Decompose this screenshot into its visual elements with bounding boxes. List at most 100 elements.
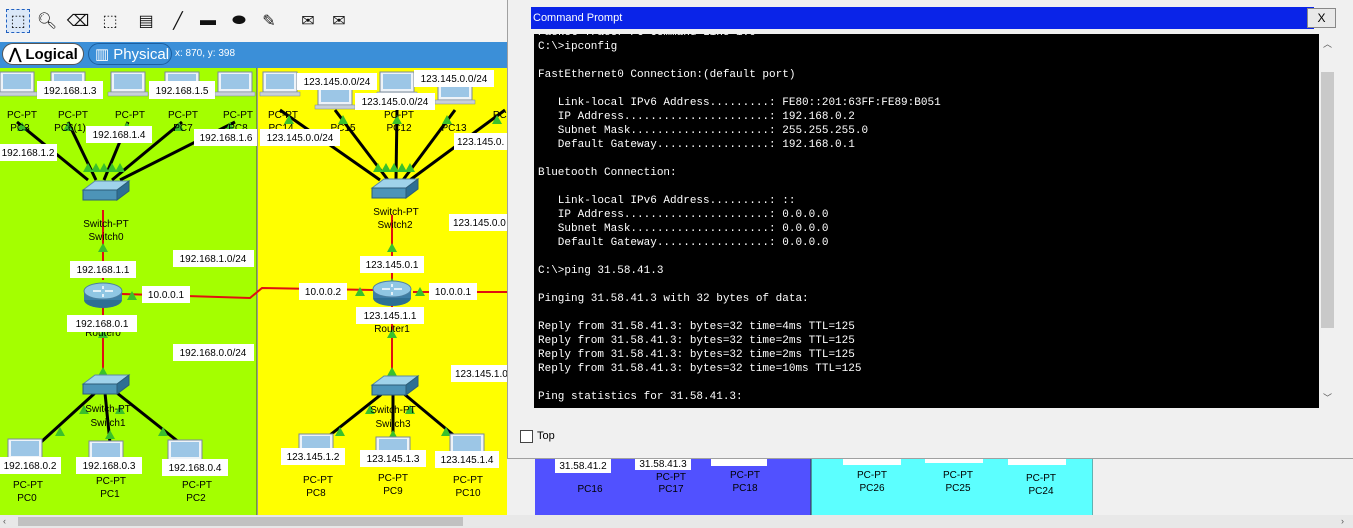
device-type-label: PC-PT — [115, 110, 145, 121]
device-type-label: PC-PT — [656, 472, 686, 483]
ellipse-icon[interactable]: ⬬ — [227, 9, 251, 33]
pc14-device[interactable] — [259, 71, 301, 97]
rectangle-icon[interactable]: ▬ — [196, 9, 220, 33]
add-complex-pdu-icon[interactable]: ✉ — [327, 9, 351, 33]
pc26-label: PC26 — [859, 483, 884, 494]
device-type-label: PC-PT — [168, 110, 198, 121]
draw-line-icon[interactable]: ╱ — [166, 9, 190, 33]
switch3-type: Switch-PT — [370, 405, 416, 416]
scroll-up-icon[interactable]: ︿ — [1319, 36, 1336, 52]
select-icon[interactable]: ⬚ — [6, 9, 30, 33]
device-type-label: PC-PT — [730, 470, 760, 481]
device-type-label: PC-PT — [303, 475, 333, 486]
scroll-down-icon[interactable]: ﹀ — [1319, 390, 1336, 406]
network-label: 123.145.0.0/24 — [362, 97, 429, 108]
dialog-title[interactable]: Command Prompt — [531, 7, 1314, 29]
device-type-label: PC-PT — [268, 110, 298, 121]
pc-device[interactable] — [107, 71, 149, 97]
ip-label: 192.168.1.5 — [156, 86, 209, 97]
logical-workspace[interactable]: PC-PT PC3 PC-PT PC6(1) PC-PT PC-PT PC7 P… — [0, 68, 507, 515]
workspace-horizontal-scrollbar[interactable]: ‹ › — [0, 515, 1353, 528]
console-text: Packet Tracer PC Command Line 1.0 C:\>ip… — [538, 34, 941, 403]
pc18-label: PC18 — [732, 483, 757, 494]
switch1-type: Switch-PT — [85, 404, 131, 415]
pc3-label: PC3 — [10, 123, 30, 134]
pc6-label: PC6(1) — [54, 123, 86, 134]
logical-label: Logical — [25, 45, 78, 63]
pc16-ip: 31.58.41.2 — [559, 461, 607, 472]
top-checkbox[interactable] — [520, 430, 533, 443]
network-label: 192.168.0.0/24 — [180, 348, 247, 359]
device-type-label: PC-PT — [378, 473, 408, 484]
device-type-label: PC-PT — [223, 110, 253, 121]
edge-label: 123.145.1.0 — [455, 369, 507, 380]
device-type-label: PC-PT — [1026, 473, 1056, 484]
zoom-icon[interactable]: 🔍︎ — [35, 9, 59, 33]
network-label: 123.145.0.0/24 — [421, 74, 488, 85]
ip-label: 192.168.1.3 — [44, 86, 97, 97]
resize-icon[interactable]: ⬚ — [98, 9, 122, 33]
pc8-device[interactable] — [214, 71, 256, 97]
device-type-label: PC-PT — [7, 110, 37, 121]
close-button[interactable]: X — [1307, 8, 1336, 28]
physical-label: Physical — [113, 45, 170, 63]
pc12-label: PC12 — [386, 123, 411, 134]
ip-label: 192.168.1.2 — [2, 148, 55, 159]
router1-ip-left: 10.0.0.2 — [305, 287, 342, 298]
ip-label: 192.168.1.6 — [200, 133, 253, 144]
router1-ip-top: 123.145.0.1 — [366, 260, 419, 271]
scroll-right-icon[interactable]: › — [1341, 516, 1344, 526]
command-prompt-dialog: Command Prompt X Packet Tracer PC Comman… — [507, 0, 1353, 459]
add-simple-pdu-icon[interactable]: ✉ — [296, 9, 320, 33]
device-type-label: PC-PT — [182, 480, 212, 491]
note-icon[interactable]: ▤ — [134, 9, 158, 33]
pc2-ip: 192.168.0.4 — [169, 463, 222, 474]
network-label: 123.145.0.0/24 — [304, 77, 371, 88]
pc11-label: PC11 — [493, 110, 507, 121]
logical-view-tab[interactable]: ⋀ Logical — [2, 43, 84, 65]
pc10-ip: 123.145.1.4 — [441, 455, 494, 466]
bottom-zones[interactable]: 31.58.41.2 PC16 31.58.41.3 PC-PT PC17 PC… — [535, 458, 1093, 515]
switch2-type: Switch-PT — [373, 207, 419, 218]
cursor-coordinates: x: 870, y: 398 — [175, 48, 236, 59]
router0-ip-top: 192.168.1.1 — [77, 265, 130, 276]
physical-view-tab[interactable]: ▥ Physical — [88, 43, 172, 65]
console-scrollbar[interactable]: ︿ ﹀ — [1319, 34, 1336, 408]
pc9-label: PC9 — [383, 486, 403, 497]
console-output[interactable]: Packet Tracer PC Command Line 1.0 C:\>ip… — [534, 34, 1319, 408]
pc10-label: PC10 — [455, 488, 480, 499]
delete-icon[interactable]: ⌫ — [66, 9, 90, 33]
scroll-thumb[interactable] — [1321, 72, 1334, 328]
pc0-label: PC0 — [17, 493, 37, 504]
top-label: Top — [537, 430, 555, 442]
pc1-label: PC1 — [100, 489, 120, 500]
pc3-device[interactable] — [0, 71, 38, 97]
toolbar: ⬚ 🔍︎ ⌫ ⬚ ▤ ╱ ▬ ⬬ ✎ ✉ ✉ — [0, 0, 507, 43]
router0-device[interactable] — [83, 282, 123, 309]
edge-label: 123.145.0.0 — [453, 218, 506, 229]
pc9-ip: 123.145.1.3 — [367, 454, 420, 465]
switch3-name: Switch3 — [375, 419, 410, 430]
device-type-label: PC-PT — [384, 110, 414, 121]
physical-icon: ▥ — [95, 46, 110, 63]
pc8b-ip: 123.145.1.2 — [287, 452, 340, 463]
view-bar: ⋀ Logical ▥ Physical x: 870, y: 398 — [0, 42, 507, 68]
router1-ip-bottom: 123.145.1.1 — [364, 311, 417, 322]
pc1-ip: 192.168.0.3 — [83, 461, 136, 472]
device-type-label: PC-PT — [13, 480, 43, 491]
router1-device[interactable] — [372, 280, 412, 307]
switch2-name: Switch2 — [377, 220, 412, 231]
router0-ip-right: 10.0.0.1 — [148, 290, 185, 301]
router1-name: Router1 — [374, 324, 410, 335]
pc8b-label: PC8 — [306, 488, 326, 499]
pc17-label: PC17 — [658, 484, 683, 495]
pc2-label: PC2 — [186, 493, 206, 504]
horizontal-scroll-thumb[interactable] — [18, 517, 463, 526]
scroll-left-icon[interactable]: ‹ — [3, 516, 6, 526]
pc12-device[interactable] — [376, 71, 418, 97]
device-type-label: PC-PT — [96, 476, 126, 487]
freeform-icon[interactable]: ✎ — [257, 9, 281, 33]
device-type-label: PC-PT — [943, 470, 973, 481]
pc24-label: PC24 — [1028, 486, 1053, 497]
device-type-label: PC-PT — [453, 475, 483, 486]
